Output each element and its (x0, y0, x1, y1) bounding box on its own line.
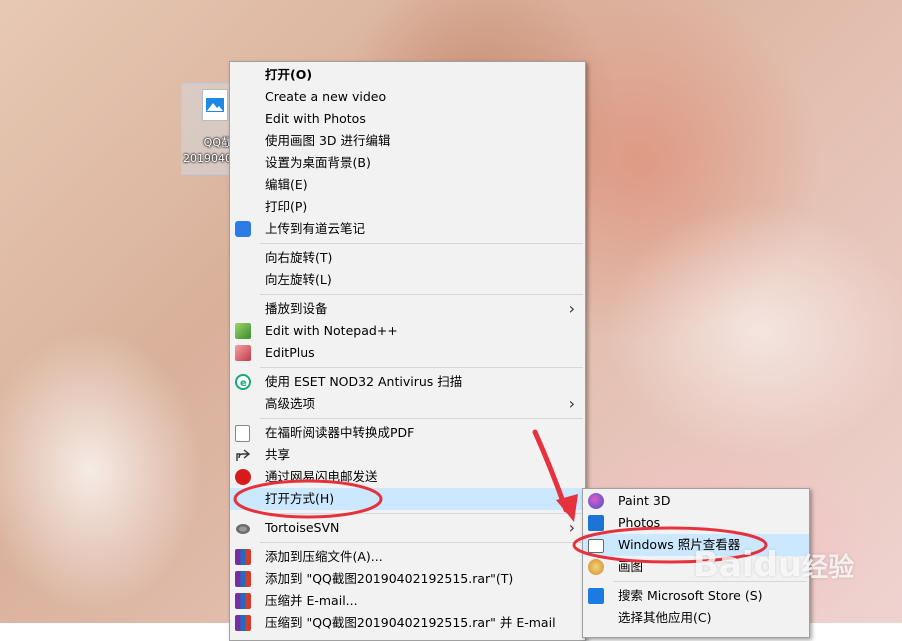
menu-item-qq-20190402192515-rar-e-mail-23[interactable]: 压缩到 "QQ截图20190402192515.rar" 并 E-mail (230, 612, 585, 634)
photo-viewer-icon (588, 539, 604, 553)
desktop-file-icon[interactable]: QQ截 2019040 (181, 83, 232, 175)
watermark-suffix: 经验 (802, 553, 855, 583)
menu-item-h-18[interactable]: 打开方式(H) › (230, 488, 585, 510)
eset-icon: e (235, 374, 251, 390)
menu-item-open-with-footer-microsoft-store-s-0[interactable]: 搜索 Microsoft Store (S) (583, 585, 809, 607)
menu-item-label: 使用 ESET NOD32 Antivirus 扫描 (265, 374, 463, 389)
menu-item-label: Paint 3D (618, 493, 671, 508)
baidu-watermark: Baidu经验 (693, 545, 854, 585)
menu-item-l-9[interactable]: 向左旋转(L) (230, 269, 585, 291)
menu-item-entry-16[interactable]: 共享 (230, 444, 585, 466)
menu-item-o-0[interactable]: 打开(O) (230, 64, 585, 86)
menu-item-label: 添加到 "QQ截图20190402192515.rar"(T) (265, 571, 514, 586)
store-icon (588, 588, 604, 604)
chevron-right-icon: › (568, 489, 575, 508)
menu-separator (260, 542, 583, 543)
share-icon (235, 447, 251, 463)
notepad-plus-icon (235, 323, 251, 339)
chevron-right-icon: › (568, 394, 575, 413)
netease-mail-icon (235, 469, 251, 485)
chevron-right-icon: › (568, 299, 575, 318)
mspaint-icon (588, 559, 604, 575)
foxit-pdf-icon (235, 425, 250, 442)
menu-item-entry-14[interactable]: 高级选项 › (230, 393, 585, 415)
menu-item-pdf-15[interactable]: 在福昕阅读器中转换成PDF (230, 422, 585, 444)
winrar-icon (235, 615, 251, 631)
youdao-note-icon (235, 221, 251, 237)
menu-item-entry-10[interactable]: 播放到设备 › (230, 298, 585, 320)
menu-separator (260, 367, 583, 368)
menu-separator (260, 243, 583, 244)
menu-item-p-6[interactable]: 打印(P) (230, 196, 585, 218)
menu-item-label: 播放到设备 (265, 301, 328, 316)
menu-item-label: 编辑(E) (265, 177, 308, 192)
menu-item-open-with-footer-c-1[interactable]: 选择其他应用(C) (583, 607, 809, 629)
menu-item-label: Photos (618, 515, 661, 530)
menu-item-label: 上传到有道云笔记 (265, 221, 366, 236)
menu-item-label: 压缩并 E-mail... (265, 593, 358, 608)
menu-item-label: 在福昕阅读器中转换成PDF (265, 425, 415, 440)
desktop-file-label-line2: 2019040 (183, 152, 232, 165)
menu-item-entry-17[interactable]: 通过网易闪电邮发送 (230, 466, 585, 488)
menu-item-label: 搜索 Microsoft Store (S) (618, 588, 763, 603)
menu-item-e-5[interactable]: 编辑(E) (230, 174, 585, 196)
menu-item-t-8[interactable]: 向右旋转(T) (230, 247, 585, 269)
context-menu: 打开(O) Create a new video Edit with Photos 使… (229, 61, 586, 641)
tortoisesvn-icon (235, 520, 251, 536)
menu-item-b-4[interactable]: 设置为桌面背景(B) (230, 152, 585, 174)
menu-item-label: 向左旋转(L) (265, 272, 332, 287)
winrar-icon (235, 571, 251, 587)
menu-item-label: 共享 (265, 447, 291, 462)
menu-item-create-a-new-video-1[interactable]: Create a new video (230, 86, 585, 108)
menu-item-open-with-paint-3d-0[interactable]: Paint 3D (583, 490, 809, 512)
menu-item-e-mail-22[interactable]: 压缩并 E-mail... (230, 590, 585, 612)
menu-item-label: 添加到压缩文件(A)... (265, 549, 383, 564)
menu-item-3d-3[interactable]: 使用画图 3D 进行编辑 (230, 130, 585, 152)
menu-item-edit-with-notepad-11[interactable]: Edit with Notepad++ (230, 320, 585, 342)
watermark-text: Baidu (693, 545, 803, 585)
winrar-icon (235, 549, 251, 565)
editplus-icon (235, 345, 251, 361)
menu-item-label: 打印(P) (265, 199, 308, 214)
menu-item-label: 设置为桌面背景(B) (265, 155, 371, 170)
menu-separator (260, 418, 583, 419)
menu-item-label: Create a new video (265, 89, 387, 104)
menu-item-label: 高级选项 (265, 396, 316, 411)
menu-item-label: Edit with Notepad++ (265, 323, 398, 338)
menu-item-open-with-photos-1[interactable]: Photos (583, 512, 809, 534)
menu-item-label: 打开(O) (265, 67, 313, 82)
menu-item-edit-with-photos-2[interactable]: Edit with Photos (230, 108, 585, 130)
menu-item-label: 打开方式(H) (265, 491, 335, 506)
menu-item-qq-20190402192515-rar-t-21[interactable]: 添加到 "QQ截图20190402192515.rar"(T) (230, 568, 585, 590)
photos-icon (588, 515, 604, 531)
menu-item-entry-7[interactable]: 上传到有道云笔记 (230, 218, 585, 240)
menu-item-a-20[interactable]: 添加到压缩文件(A)... (230, 546, 585, 568)
menu-item-eset-nod32-antivirus-13[interactable]: e 使用 ESET NOD32 Antivirus 扫描 (230, 371, 585, 393)
menu-item-label: 向右旋转(T) (265, 250, 333, 265)
menu-item-label: TortoiseSVN (265, 520, 340, 535)
menu-item-editplus-12[interactable]: EditPlus (230, 342, 585, 364)
menu-item-label: 使用画图 3D 进行编辑 (265, 133, 391, 148)
menu-separator (260, 294, 583, 295)
desktop-file-label: QQ截 2019040 (182, 134, 232, 168)
svg-text:e: e (240, 378, 247, 388)
menu-item-label: 画图 (618, 559, 644, 574)
menu-item-tortoisesvn-19[interactable]: TortoiseSVN › (230, 517, 585, 539)
menu-separator (260, 513, 583, 514)
menu-item-label: 通过网易闪电邮发送 (265, 469, 378, 484)
winrar-icon (235, 593, 251, 609)
chevron-right-icon: › (568, 518, 575, 537)
paint3d-icon (588, 493, 604, 509)
image-file-icon (202, 89, 228, 121)
menu-item-label: EditPlus (265, 345, 315, 360)
menu-item-label: Edit with Photos (265, 111, 366, 126)
